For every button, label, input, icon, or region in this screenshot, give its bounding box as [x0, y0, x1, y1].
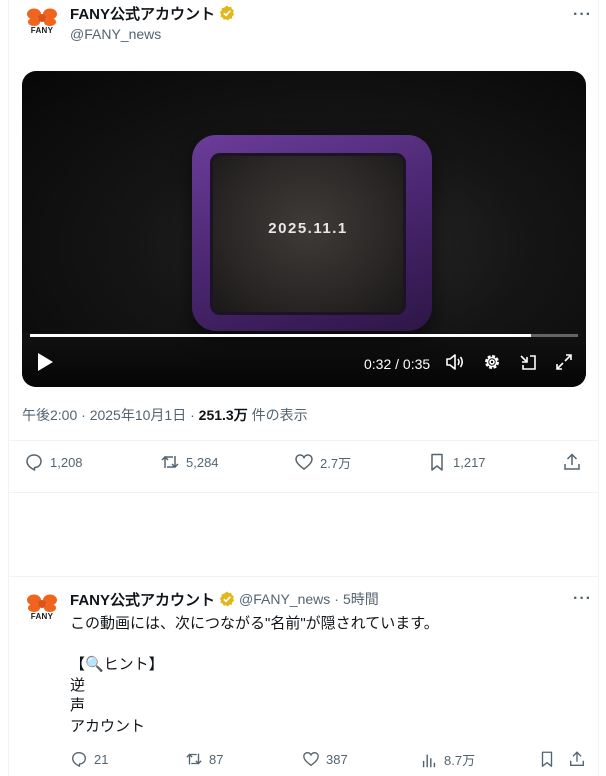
- views-chart-icon: [422, 754, 436, 767]
- tweet-text-line: 【🔍ヒント】: [70, 656, 164, 673]
- retweet-button[interactable]: 5,284: [160, 452, 219, 472]
- meta-separator: ·: [334, 591, 339, 607]
- reply-button[interactable]: 1,208: [24, 452, 83, 472]
- tweet-actions: 1,208 5,284 2.7万 1,217: [22, 452, 586, 482]
- reply-count: 21: [94, 751, 109, 767]
- avatar-brand-text: FANY: [30, 612, 54, 621]
- heart-icon: [295, 454, 313, 470]
- name-row: FANY公式アカウント @FANY_news · 5時間: [70, 589, 379, 610]
- retweet-count: 87: [209, 751, 224, 767]
- tweet-date[interactable]: 2025年10月1日: [90, 407, 187, 423]
- tweet-time[interactable]: 午後2:00: [22, 407, 77, 423]
- like-button[interactable]: 2.7万: [294, 452, 351, 472]
- timeline-border-left: [8, 0, 9, 776]
- reply-count: 1,208: [50, 454, 83, 470]
- fany-bow-logo-icon: [27, 8, 57, 26]
- tv-frame: 2025.11.1: [192, 135, 432, 331]
- retweet-count: 5,284: [186, 454, 219, 470]
- bookmark-button[interactable]: 1,217: [427, 452, 486, 472]
- timeline-border-right: [598, 0, 599, 776]
- tweet-time-ago[interactable]: 5時間: [343, 589, 379, 609]
- meta-separator: ·: [81, 407, 86, 423]
- tweet-text-line: アカウント: [70, 717, 146, 735]
- tv-screen: 2025.11.1: [210, 153, 406, 315]
- handle[interactable]: @FANY_news: [239, 591, 330, 607]
- video-time-display: 0:32 / 0:35: [364, 356, 431, 372]
- view-count-label: 件の表示: [251, 407, 308, 423]
- fullscreen-icon[interactable]: [554, 352, 574, 372]
- tweet-meta: 午後2:00 · 2025年10月1日 · 251.3万 件の表示: [22, 405, 308, 425]
- reply-tweet-text: この動画には、次につながる"名前"が隠されています。 【🔍ヒント】 逆 声 アカ…: [70, 614, 439, 737]
- reply-button[interactable]: 21: [70, 750, 108, 768]
- bookmark-icon: [431, 453, 443, 471]
- share-button[interactable]: [562, 452, 582, 472]
- volume-icon[interactable]: [445, 352, 465, 372]
- avatar-brand-text: FANY: [30, 26, 54, 35]
- handle[interactable]: @FANY_news: [70, 26, 161, 42]
- divider: [8, 492, 599, 493]
- reply-icon: [26, 454, 42, 471]
- more-options-button[interactable]: ···: [573, 590, 592, 608]
- main-tweet-header: FANY FANY公式アカウント @FANY_news ···: [22, 4, 592, 48]
- avatar[interactable]: FANY: [22, 590, 62, 630]
- display-name[interactable]: FANY公式アカウント: [70, 3, 215, 24]
- more-options-button[interactable]: ···: [573, 6, 592, 24]
- divider: [8, 440, 599, 441]
- bookmark-icon: [541, 751, 553, 767]
- like-count: 387: [326, 751, 348, 767]
- verified-badge-icon[interactable]: [219, 5, 235, 21]
- share-button[interactable]: [568, 750, 586, 768]
- video-player[interactable]: 2025.11.1 0:32 / 0:35: [22, 71, 586, 387]
- retweet-icon: [161, 455, 179, 469]
- share-icon: [564, 453, 580, 470]
- meta-separator: ·: [190, 407, 195, 423]
- tweet-text-line: 逆: [70, 676, 86, 694]
- like-count: 2.7万: [320, 455, 352, 471]
- views-button[interactable]: 8.7万: [420, 750, 475, 769]
- bookmark-button[interactable]: [538, 750, 556, 768]
- tweet-text-line: この動画には、次につながる"名前"が隠されています。: [70, 615, 439, 632]
- display-name[interactable]: FANY公式アカウント: [70, 589, 215, 610]
- video-overlay-date: 2025.11.1: [268, 220, 348, 237]
- view-count: 251.3万: [198, 407, 248, 423]
- name-row: FANY公式アカウント: [70, 3, 235, 24]
- tweet-text-line: 声: [70, 697, 86, 714]
- verified-badge-icon[interactable]: [219, 591, 235, 607]
- fany-bow-logo-icon: [27, 594, 57, 612]
- play-icon[interactable]: [36, 352, 54, 372]
- views-count: 8.7万: [444, 753, 476, 768]
- avatar[interactable]: FANY: [22, 4, 62, 44]
- reply-tweet-actions: 21 87 387 8.7万: [70, 750, 590, 772]
- tweet-text-line: [70, 635, 439, 656]
- divider: [8, 576, 599, 577]
- video-progress-bar[interactable]: [30, 334, 578, 337]
- like-button[interactable]: 387: [302, 750, 348, 768]
- share-icon: [570, 751, 584, 766]
- reply-icon: [72, 752, 86, 767]
- settings-gear-icon[interactable]: [482, 352, 502, 372]
- retweet-button[interactable]: 87: [185, 750, 223, 768]
- bookmark-count: 1,217: [453, 454, 486, 470]
- heart-icon: [303, 752, 319, 767]
- retweet-icon: [186, 753, 202, 765]
- video-progress-fill: [30, 334, 531, 337]
- picture-in-picture-icon[interactable]: [519, 352, 539, 372]
